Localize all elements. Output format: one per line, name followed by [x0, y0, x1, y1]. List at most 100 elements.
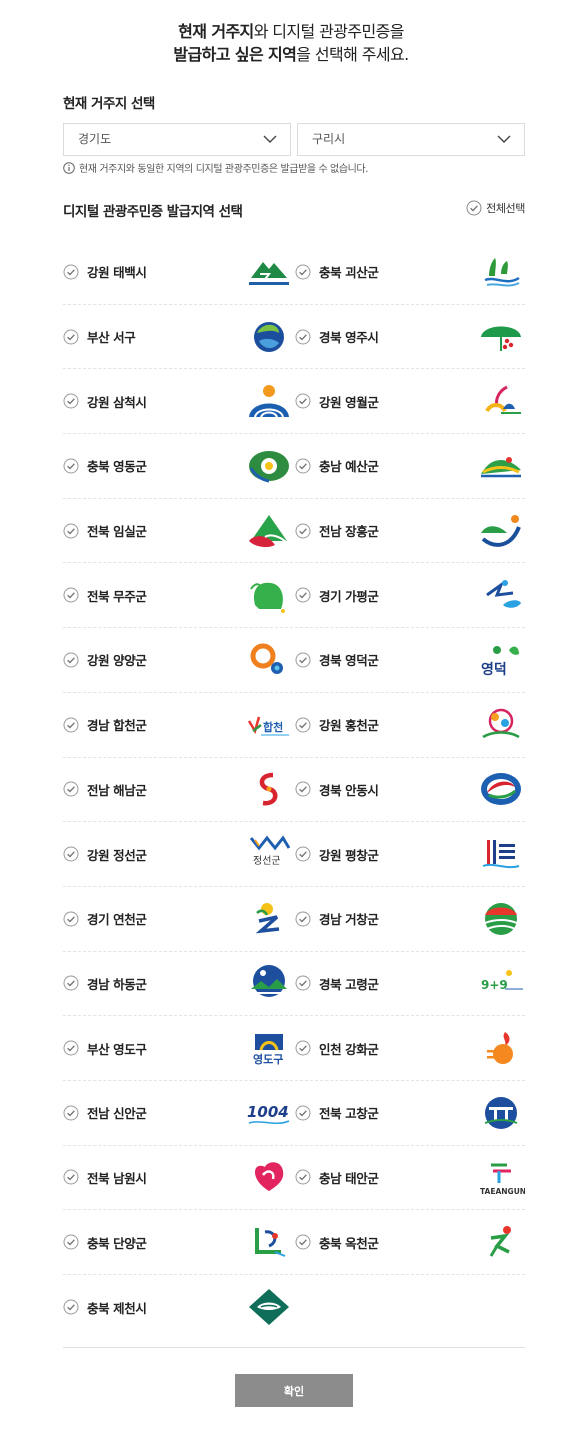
- region-item[interactable]: 부산 영도구 영도구: [63, 1016, 293, 1081]
- province-select[interactable]: 경기도: [63, 123, 291, 156]
- region-item-label: 부산 영도구: [87, 1041, 147, 1057]
- check-circle-icon: [295, 1105, 311, 1121]
- taebaek-logo: [245, 252, 293, 292]
- region-item[interactable]: 전북 무주군: [63, 563, 293, 629]
- region-item[interactable]: 경북 영덕군 영덕: [295, 628, 525, 693]
- region-item[interactable]: 부산 서구: [63, 305, 293, 370]
- region-item[interactable]: 전남 장흥군: [295, 499, 525, 564]
- goesan-logo: [477, 252, 525, 292]
- region-item[interactable]: 경남 거창군: [295, 887, 525, 952]
- region-item-label: 경북 안동시: [319, 782, 379, 798]
- notice-text: 현재 거주지와 동일한 지역의 디지털 관광주민증은 발급받을 수 없습니다.: [79, 164, 369, 175]
- check-circle-icon: [63, 1299, 79, 1315]
- yeongdong-logo: [245, 446, 293, 486]
- check-circle-icon: [295, 652, 311, 668]
- region-item[interactable]: 경남 합천군 합천: [63, 693, 293, 758]
- region-item-label: 충북 괴산군: [319, 265, 379, 281]
- region-item[interactable]: 경기 가평군: [295, 563, 525, 629]
- city-select[interactable]: 구리시: [297, 123, 525, 156]
- province-select-value: 경기도: [78, 132, 112, 146]
- region-item[interactable]: 전북 남원시: [63, 1146, 293, 1211]
- region-item-label: 충남 예산군: [319, 459, 379, 475]
- region-item-label: 경기 가평군: [319, 588, 379, 604]
- residence-section-title: 현재 거주지 선택: [63, 96, 155, 112]
- region-grid: 강원 태백시 충북 괴산군부산 서구 경북 영주시강원 삼척시 강원 영월군충북 영동…: [63, 240, 525, 1340]
- region-item-label: 전남 해남군: [87, 782, 147, 798]
- region-item-label: 경남 합천군: [87, 718, 147, 734]
- region-item-label: 전남 신안군: [87, 1106, 147, 1122]
- region-item[interactable]: 충남 태안군 TAEANGUN: [295, 1146, 525, 1211]
- region-item[interactable]: 충북 단양군: [63, 1210, 293, 1275]
- region-item-left: 강원 양양군: [63, 650, 147, 669]
- svg-text:1004: 1004: [247, 1103, 289, 1121]
- region-item[interactable]: 강원 태백시: [63, 240, 293, 305]
- region-item[interactable]: 강원 영월군: [295, 369, 525, 435]
- region-item[interactable]: 전남 해남군: [63, 758, 293, 823]
- region-item-left: 경북 고령군: [295, 974, 379, 993]
- jeongseon-logo: 정선군: [245, 834, 293, 874]
- gapyeong-logo: [477, 575, 525, 615]
- region-item[interactable]: 전북 임실군: [63, 499, 293, 564]
- chevron-down-icon: [497, 135, 511, 143]
- region-item[interactable]: 강원 홍천군: [295, 693, 525, 758]
- region-item-left: 강원 정선군: [63, 845, 147, 864]
- region-item-left: 부산 영도구: [63, 1039, 147, 1058]
- region-item-left: 경남 하동군: [63, 974, 147, 993]
- check-circle-icon: [63, 393, 79, 409]
- region-item-label: 강원 영월군: [319, 394, 379, 410]
- check-circle-icon: [63, 717, 79, 733]
- gochang-logo: [477, 1093, 525, 1133]
- check-circle-icon: [63, 911, 79, 927]
- goryeong-logo: 9+9: [477, 963, 525, 1003]
- headline-text-1: 와 디지털 관광주민증을: [253, 22, 405, 41]
- region-item[interactable]: 경북 고령군 9+9: [295, 952, 525, 1017]
- geochang-logo: [477, 899, 525, 939]
- region-item-label: 충남 태안군: [319, 1170, 379, 1186]
- region-item[interactable]: 충남 예산군: [295, 434, 525, 499]
- region-item-left: 강원 태백시: [63, 262, 147, 281]
- region-item[interactable]: 충북 괴산군: [295, 240, 525, 305]
- muju-logo: [245, 575, 293, 615]
- residence-notice: 현재 거주지와 동일한 지역의 디지털 관광주민증은 발급받을 수 없습니다.: [63, 160, 368, 175]
- region-item[interactable]: 전북 고창군: [295, 1081, 525, 1146]
- region-item[interactable]: 충북 옥천군: [295, 1210, 525, 1275]
- check-circle-icon: [63, 523, 79, 539]
- region-item[interactable]: 강원 양양군: [63, 628, 293, 693]
- region-item[interactable]: 충북 제천시: [63, 1275, 293, 1340]
- region-item[interactable]: 경북 영주시: [295, 305, 525, 370]
- divider: [63, 1347, 525, 1348]
- region-item-left: 충북 괴산군: [295, 262, 379, 281]
- region-item-left: 충북 단양군: [63, 1233, 147, 1252]
- namwon-logo: [245, 1157, 293, 1197]
- check-circle-icon: [295, 781, 311, 797]
- page-headline: 현재 거주지와 디지털 관광주민증을 발급하고 싶은 지역을 선택해 주세요.: [0, 20, 582, 66]
- region-item-label: 강원 홍천군: [319, 718, 379, 734]
- yeongdeok-logo: 영덕: [477, 640, 525, 680]
- region-item-left: 경남 합천군: [63, 715, 147, 734]
- region-item[interactable]: 강원 평창군: [295, 822, 525, 887]
- confirm-button[interactable]: 확인: [235, 1374, 353, 1407]
- yeongju-logo: [477, 317, 525, 357]
- region-item[interactable]: 강원 정선군 정선군: [63, 822, 293, 887]
- svg-text:9+9: 9+9: [481, 978, 508, 992]
- check-circle-icon: [295, 393, 311, 409]
- chevron-down-icon: [263, 135, 277, 143]
- okcheon-logo: [477, 1222, 525, 1262]
- region-item-label: 전북 임실군: [87, 524, 147, 540]
- pyeongchang-logo: [477, 834, 525, 874]
- region-item-left: 강원 삼척시: [63, 392, 147, 411]
- region-item[interactable]: 경북 안동시: [295, 758, 525, 823]
- region-item-left: 강원 영월군: [295, 392, 379, 411]
- region-item[interactable]: 충북 영동군: [63, 434, 293, 499]
- svg-text:TAEANGUN: TAEANGUN: [480, 1187, 525, 1196]
- region-item[interactable]: 전남 신안군 1004: [63, 1081, 293, 1146]
- select-all-label: 전체선택: [486, 202, 525, 215]
- region-item-left: 충북 영동군: [63, 456, 147, 475]
- region-item[interactable]: 인천 강화군: [295, 1016, 525, 1081]
- select-all-checkbox[interactable]: 전체선택: [466, 200, 525, 216]
- svg-text:영덕: 영덕: [481, 661, 507, 678]
- region-item[interactable]: 경기 연천군: [63, 887, 293, 952]
- region-item-left: 전북 임실군: [63, 521, 147, 540]
- region-item[interactable]: 강원 삼척시: [63, 369, 293, 435]
- region-item[interactable]: 경남 하동군: [63, 952, 293, 1017]
